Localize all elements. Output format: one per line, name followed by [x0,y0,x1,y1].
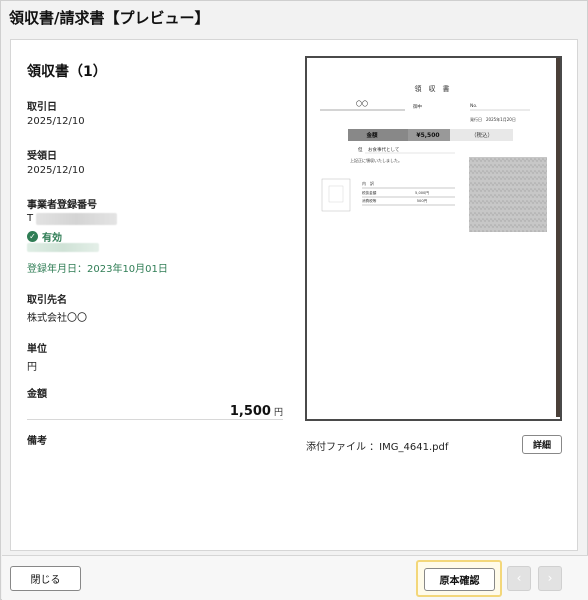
check-circle-icon: ✓ [27,231,38,242]
receipt-issue-date: 発行日 2025年1月20日 [470,116,516,122]
dialog-footer: 閉じる 原本確認 ‹ › [2,555,588,600]
chevron-right-icon[interactable]: › [538,566,562,591]
receipt-amount-value: ¥5,500 [416,132,439,139]
received-date-label: 受領日 [27,151,57,162]
vendor-label: 取引先名 [27,295,67,306]
preview-dialog: 領収書/請求書【プレビュー】 領収書（1） 取引日 2025/12/10 受領日… [0,0,588,600]
receipt-received-note: 上記正に領収いたしました。 [350,157,402,163]
validity-status: ✓ 有効 [27,229,62,244]
receipt-image: 領 収 書 〇〇 御中 No. 発行日 2025年1月20日 金額 ¥5,500… [310,61,555,416]
unit-value: 円 [27,362,37,373]
receipt-amount-label: 金額 [365,131,378,139]
receipt-preview[interactable]: 領 収 書 〇〇 御中 No. 発行日 2025年1月20日 金額 ¥5,500… [305,56,562,421]
receipt-honorific: 御中 [413,103,422,110]
transaction-date-value: 2025/12/10 [27,116,85,127]
memo-label: 備考 [27,436,47,447]
confirm-original-button[interactable]: 原本確認 [424,568,495,591]
registration-number-redacted [36,213,117,225]
amount-row: 1,500 円 [27,400,283,420]
attachment-row: 添付ファイル ：IMG_4641.pdf 詳細 [306,435,562,455]
registration-number-prefix: T [27,213,34,224]
amount-unit: 円 [273,408,283,418]
receipt-tax-label: 消費税等 [362,198,377,203]
received-date-value: 2025/12/10 [27,165,85,176]
document-heading: 領収書（1） [27,64,107,80]
stamp-redacted [469,157,547,232]
detail-button[interactable]: 詳細 [522,435,562,454]
unit-label: 単位 [27,344,47,355]
receipt-edge [556,58,560,417]
amount-label: 金額 [27,389,47,400]
confirm-original-highlight: 原本確認 [416,560,502,597]
validity-text: 有効 [42,233,62,244]
receipt-no-label: No. [470,103,477,109]
registered-name-redacted [27,243,99,252]
content-card: 領収書（1） 取引日 2025/12/10 受領日 2025/12/10 事業者… [10,39,578,551]
registration-date: 登録年月日：2023年10月01日 [27,264,168,275]
attachment-filename: 添付ファイル ：IMG_4641.pdf [306,442,449,453]
chevron-left-icon[interactable]: ‹ [507,566,531,591]
close-button[interactable]: 閉じる [10,566,81,591]
vendor-value: 株式会社〇〇 [27,313,87,324]
receipt-recipient: 〇〇 [356,101,368,108]
amount-value: 1,500 [229,404,271,419]
receipt-title: 領 収 書 [415,84,450,93]
receipt-purpose: お食事代として [368,146,399,153]
dialog-title: 領収書/請求書【プレビュー】 [9,9,210,27]
registration-number-label: 事業者登録番号 [27,200,97,211]
receipt-tax-value: 500円 [417,199,428,203]
receipt-tax-note: （税込） [471,131,493,139]
transaction-date-label: 取引日 [27,102,57,113]
receipt-tax-excl-label: 税抜金額 [362,190,377,195]
receipt-breakdown-label: 内 訳 [362,180,374,186]
receipt-purpose-prefix: 但 [358,146,363,153]
receipt-tax-excl-value: 5,000円 [415,191,429,195]
